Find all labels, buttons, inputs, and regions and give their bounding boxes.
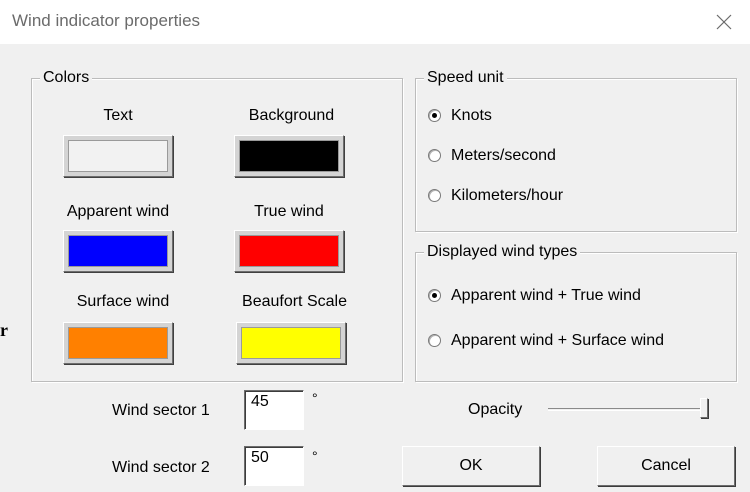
speed-unit-option-meters-second[interactable]: Meters/second [428,146,708,168]
wind-sector-2-label: Wind sector 2 [112,459,210,476]
speed-unit-option-kilometers-hour[interactable]: Kilometers/hour [428,186,708,208]
opacity-label: Opacity [468,401,523,418]
beaufort-scale-color-button[interactable] [236,322,346,364]
radio-label: Meters/second [451,147,556,164]
text-color-label: Text [103,107,133,124]
speed-unit-option-knots[interactable]: Knots [428,106,708,128]
wind-types-legend: Displayed wind types [424,242,581,262]
wind-sector-1-unit: ° [312,390,318,406]
wind-type-option-apparent-true[interactable]: Apparent wind + True wind [428,286,728,308]
true-wind-color-fill [239,235,339,267]
apparent-wind-color-button[interactable] [63,230,173,272]
true-wind-color-button[interactable] [234,230,344,272]
surface-wind-color-label: Surface wind [76,293,170,310]
radio-selected-dot [432,113,437,118]
window-title: Wind indicator properties [12,11,201,30]
radio-selected-dot [432,293,437,298]
opacity-slider-thumb[interactable] [700,398,708,418]
surface-wind-color-button[interactable] [63,322,173,364]
radio-button[interactable] [428,149,441,162]
radio-button[interactable] [428,334,441,347]
wind-sector-2-input[interactable]: 50 [244,446,304,486]
background-color-button[interactable] [234,135,344,177]
text-color-button[interactable] [63,135,173,177]
surface-wind-color-fill [68,327,168,359]
background-color-fill [239,140,339,172]
radio-button[interactable] [428,109,441,122]
close-icon[interactable] [712,10,736,34]
background-color-label: Background [248,107,335,124]
title-bar: Wind indicator properties [0,0,750,44]
beaufort-scale-color-label: Beaufort Scale [242,293,347,310]
apparent-wind-color-label: Apparent wind [66,203,170,220]
beaufort-scale-color-fill [241,327,341,359]
wind-types-group: Displayed wind types [415,242,737,382]
wind-sector-2-unit: ° [312,448,318,464]
speed-unit-legend: Speed unit [424,68,507,88]
colors-legend: Colors [40,68,93,88]
text-color-fill [68,140,168,172]
ok-button[interactable]: OK [402,446,540,486]
apparent-wind-color-fill [68,235,168,267]
wind-type-option-apparent-surface[interactable]: Apparent wind + Surface wind [428,331,728,353]
stray-character: r [0,320,8,340]
true-wind-color-label: True wind [254,203,324,220]
radio-label: Apparent wind + True wind [451,287,641,304]
radio-label: Kilometers/hour [451,187,564,204]
radio-button[interactable] [428,289,441,302]
radio-label: Knots [451,107,492,124]
wind-sector-1-input[interactable]: 45 [244,390,304,430]
wind-sector-1-label: Wind sector 1 [112,402,210,419]
cancel-button[interactable]: Cancel [597,446,735,486]
radio-label: Apparent wind + Surface wind [451,332,665,349]
radio-button[interactable] [428,189,441,202]
opacity-slider-track[interactable] [548,408,708,411]
